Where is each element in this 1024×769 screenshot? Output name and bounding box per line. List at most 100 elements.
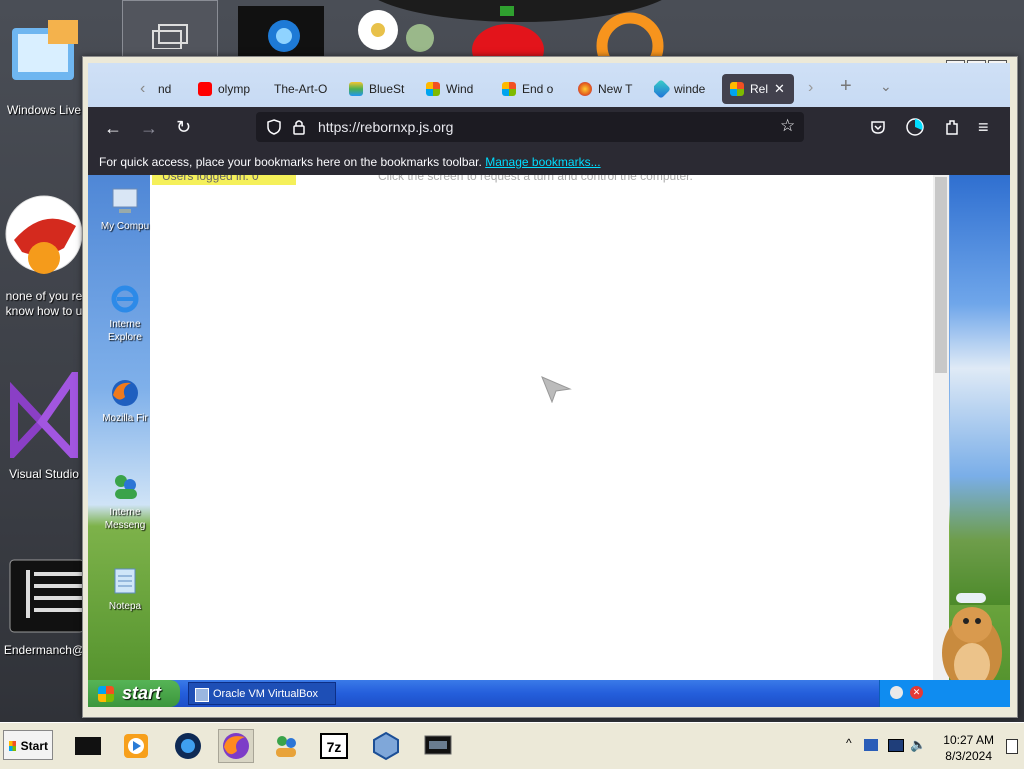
taskbar-app-terminal[interactable] [70, 729, 106, 763]
dragon-shortcut[interactable]: none of you re know how to u [2, 186, 86, 319]
tab-1[interactable]: nd [158, 74, 178, 104]
diamond-icon [654, 79, 671, 99]
xp-internet-explorer[interactable]: Interne Explore [98, 283, 152, 344]
copy-icon-tile[interactable] [122, 0, 218, 64]
tab-3[interactable]: The-Art-O [274, 74, 330, 104]
virtualbox-icon [195, 688, 209, 702]
tab-5[interactable]: Wind [426, 74, 484, 104]
taskbar-app-screen[interactable] [420, 729, 456, 763]
forward-icon[interactable]: → [140, 119, 158, 137]
monitor-icon [424, 735, 452, 755]
svg-text:7z: 7z [327, 739, 342, 755]
remote-screen-area[interactable] [150, 175, 933, 680]
visual-studio-icon [2, 363, 86, 467]
globe-icon [175, 733, 201, 759]
reload-icon[interactable]: ↻ [176, 118, 191, 136]
clock[interactable]: 10:27 AM 8/3/2024 [943, 732, 994, 764]
xp-mozilla-firefox[interactable]: Mozilla Fir [98, 377, 152, 425]
scroll-tabs-right-icon[interactable]: › [808, 79, 813, 97]
terminal-icon [75, 737, 101, 755]
xp-internet-messenger[interactable]: Interne Messeng [98, 471, 152, 532]
bookmark-star-icon[interactable]: ☆ [780, 117, 795, 135]
address-bar[interactable]: https://rebornxp.js.org ☆ [256, 112, 804, 142]
internet-explorer-icon [109, 283, 141, 315]
clock-date: 8/3/2024 [945, 749, 992, 763]
windows-live-shortcut[interactable]: Windows Live [2, 14, 86, 118]
chevron-down-icon[interactable]: ⌄ [880, 77, 892, 95]
7zip-icon: 7z [320, 733, 348, 759]
scrollbar-thumb[interactable] [935, 177, 947, 373]
visual-studio-shortcut[interactable]: Visual Studio [2, 363, 86, 482]
tab-active[interactable]: Rel ✕ [722, 74, 794, 104]
red-ball-icon[interactable] [466, 0, 556, 76]
firefox-icon [223, 733, 249, 759]
turn-hint: Click the screen to request a turn and c… [378, 175, 693, 183]
xp-my-computer[interactable]: My Compu [98, 185, 152, 233]
users-logged-in: Users logged in: 0 [152, 175, 296, 185]
taskbar-app-firefox[interactable] [218, 729, 254, 763]
microsoft-icon [426, 82, 440, 96]
account-icon[interactable] [906, 118, 924, 136]
shield-icon[interactable] [266, 119, 282, 135]
browser-window: _ □ ✕ ‹ nd olymp The-Art-O BlueSt Wind E… [82, 56, 1018, 718]
firefox-icon [578, 82, 592, 96]
tab-7[interactable]: New T [578, 74, 636, 104]
remote-desktop-view[interactable]: Users logged in: 0 Click the screen to r… [88, 175, 1010, 707]
navigation-bar: ← → ↻ https://rebornxp.js.org ☆ ≡ [88, 107, 1010, 149]
desktop-app-icon[interactable] [236, 0, 328, 62]
back-icon[interactable]: ← [104, 119, 122, 137]
host-taskbar: Start 7z ^ 🔈 10:27 AM 8/3/2024 [0, 722, 1024, 769]
tab-bar: ‹ nd olymp The-Art-O BlueSt Wind End o N… [88, 63, 1010, 109]
display-icon[interactable] [888, 739, 904, 752]
new-tab-icon[interactable]: + [840, 76, 852, 96]
tab-4[interactable]: BlueSt [349, 74, 411, 104]
messenger-icon [109, 471, 141, 503]
start-button[interactable]: Start [3, 730, 53, 760]
dragon-icon [2, 186, 86, 283]
endermanch-shortcut[interactable]: Endermanch@ [2, 558, 86, 658]
tab-8[interactable]: winde [654, 74, 714, 104]
xp-system-tray: ✕ [879, 680, 1010, 707]
volume-icon[interactable]: 🔈 [910, 737, 926, 753]
taskbar-app-globe[interactable] [170, 729, 206, 763]
xp-wallpaper [950, 175, 1010, 605]
taskbar-app-media[interactable] [118, 729, 154, 763]
pocket-icon[interactable] [870, 119, 886, 135]
notification-icon[interactable] [1006, 739, 1018, 754]
url-text[interactable]: https://rebornxp.js.org [318, 119, 453, 135]
pointer-cursor-icon [541, 376, 572, 403]
media-player-icon [124, 734, 148, 758]
windows-flag-icon [730, 82, 744, 96]
windows-logo-icon [98, 686, 114, 702]
menu-icon[interactable]: ≡ [978, 118, 989, 136]
bluestacks-icon [349, 82, 363, 96]
xp-start-button[interactable]: start [88, 680, 180, 707]
lock-icon[interactable] [292, 119, 306, 135]
users-icon [276, 736, 296, 757]
scroll-tabs-left-icon[interactable]: ‹ [140, 80, 145, 98]
flower-icon[interactable] [350, 0, 442, 62]
notepad-icon [109, 565, 141, 597]
firefox-icon [109, 377, 141, 409]
extensions-icon[interactable] [944, 118, 960, 136]
youtube-icon [198, 82, 212, 96]
close-tab-icon[interactable]: ✕ [774, 81, 785, 97]
taskbar-app-virtualbox[interactable] [368, 729, 404, 763]
network-icon[interactable] [864, 739, 878, 751]
bookmarks-toolbar: For quick access, place your bookmarks h… [88, 149, 1010, 175]
manage-bookmarks-link[interactable]: Manage bookmarks... [485, 155, 600, 169]
tray-icon[interactable] [890, 686, 903, 699]
virtualbox-icon [373, 731, 399, 761]
tab-2[interactable]: olymp [198, 74, 254, 104]
taskbar-app-users[interactable] [268, 729, 304, 763]
xp-task-virtualbox[interactable]: Oracle VM VirtualBox [188, 682, 336, 705]
orange-ring-icon[interactable] [592, 0, 672, 80]
xp-notepad[interactable]: Notepa [98, 565, 152, 613]
taskbar-app-7zip[interactable]: 7z [316, 729, 352, 763]
windows-logo-icon [9, 741, 16, 751]
tab-6[interactable]: End o [502, 74, 560, 104]
computer-icon [109, 185, 141, 217]
security-alert-icon[interactable]: ✕ [910, 686, 923, 699]
chevron-up-icon[interactable]: ^ [846, 736, 852, 750]
xp-taskbar: start Oracle VM VirtualBox ✕ [88, 680, 1010, 707]
